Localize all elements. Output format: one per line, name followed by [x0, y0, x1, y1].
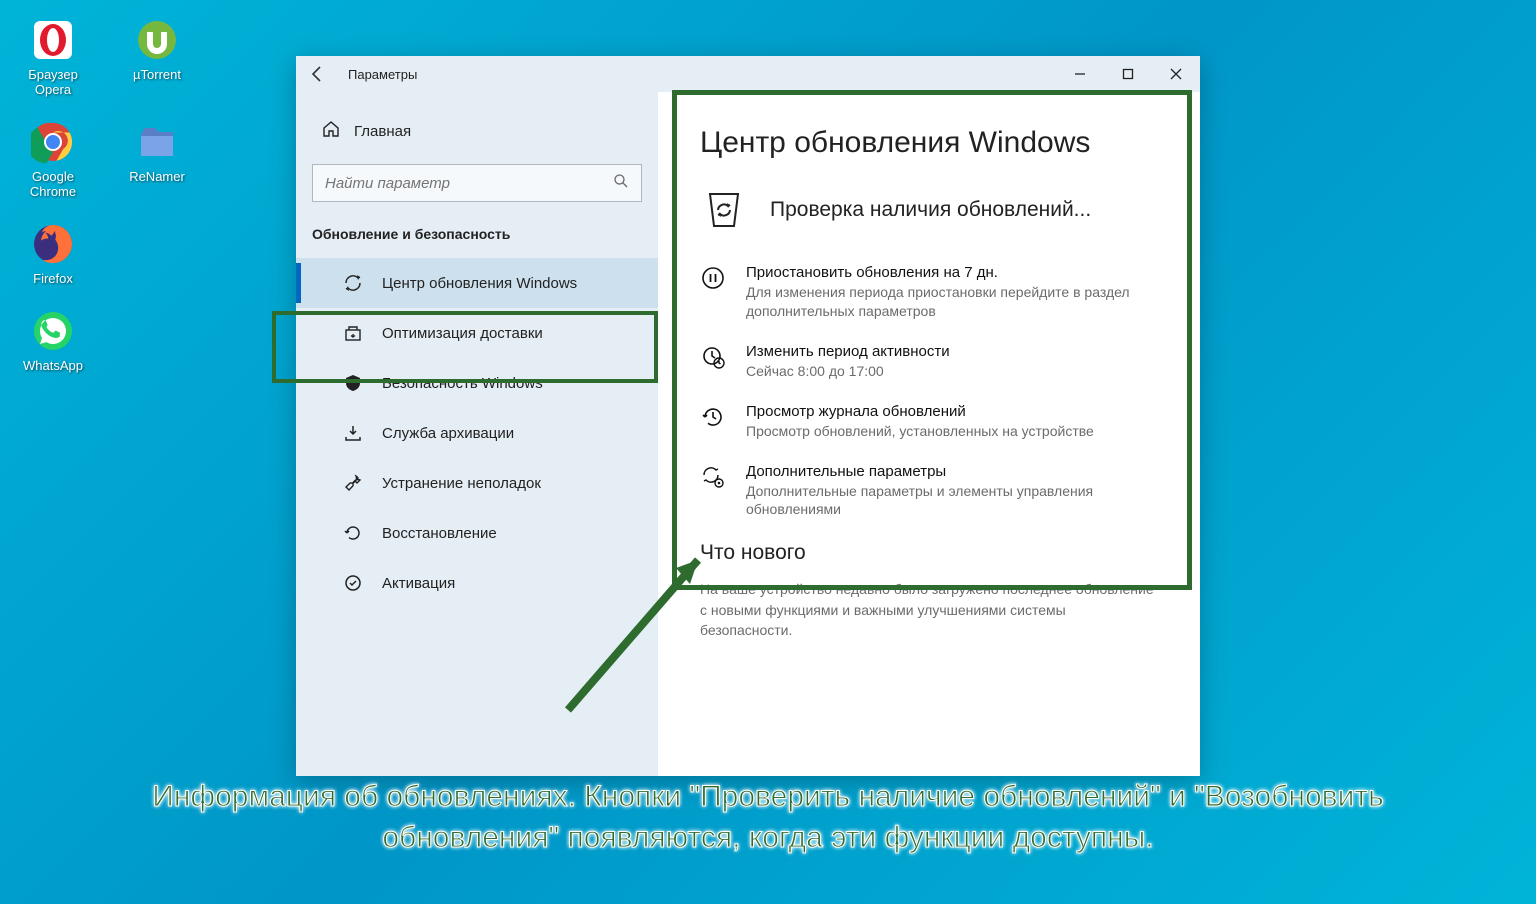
- clock-icon: [700, 343, 726, 381]
- activation-icon: [342, 573, 364, 593]
- whats-new-heading: Что нового: [700, 541, 1158, 565]
- utorrent-icon: [131, 14, 183, 66]
- sidebar-item-delivery-optimization[interactable]: Оптимизация доставки: [296, 308, 658, 358]
- desktop-icon-utorrent[interactable]: µTorrent: [118, 14, 196, 98]
- history-icon: [700, 403, 726, 441]
- desktop-icon-label: Браузер Opera: [14, 68, 92, 98]
- desktop-icon-label: Firefox: [33, 272, 73, 287]
- window-controls: [1056, 56, 1200, 92]
- update-status-text: Проверка наличия обновлений...: [770, 198, 1091, 222]
- whatsapp-icon: [27, 305, 79, 357]
- window-title: Параметры: [348, 67, 417, 82]
- desktop-icon-label: Google Chrome: [14, 170, 92, 200]
- option-advanced-options[interactable]: Дополнительные параметры Дополнительные …: [700, 463, 1158, 520]
- search-icon: [613, 173, 629, 193]
- whats-new-body: На ваше устройство недавно было загружен…: [700, 579, 1158, 640]
- option-pause-updates[interactable]: Приостановить обновления на 7 дн. Для из…: [700, 264, 1158, 321]
- back-button[interactable]: [296, 56, 340, 92]
- page-title: Центр обновления Windows: [700, 126, 1158, 160]
- option-update-history[interactable]: Просмотр журнала обновлений Просмотр обн…: [700, 403, 1158, 441]
- option-desc: Дополнительные параметры и элементы упра…: [746, 482, 1158, 520]
- sidebar-item-label: Безопасность Windows: [382, 375, 543, 392]
- sidebar-search[interactable]: [312, 164, 642, 202]
- sidebar-item-label: Оптимизация доставки: [382, 325, 543, 342]
- minimize-button[interactable]: [1056, 56, 1104, 92]
- firefox-icon: [27, 218, 79, 270]
- annotation-caption: Информация об обновлениях. Кнопки "Прове…: [0, 777, 1536, 858]
- search-input[interactable]: [325, 175, 613, 192]
- sidebar-home[interactable]: Главная: [296, 110, 658, 164]
- desktop-icons-area: Браузер Opera µTorrent Google Chrome: [14, 14, 214, 374]
- desktop-icon-opera[interactable]: Браузер Opera: [14, 14, 92, 98]
- chrome-icon: [27, 116, 79, 168]
- option-active-hours[interactable]: Изменить период активности Сейчас 8:00 д…: [700, 343, 1158, 381]
- option-desc: Для изменения периода приостановки перей…: [746, 283, 1158, 321]
- sidebar-item-label: Устранение неполадок: [382, 475, 541, 492]
- settings-content: Центр обновления Windows Проверка наличи…: [658, 92, 1200, 776]
- update-status-row: Проверка наличия обновлений...: [700, 186, 1158, 234]
- maximize-button[interactable]: [1104, 56, 1152, 92]
- delivery-icon: [342, 323, 364, 343]
- update-status-icon: [700, 186, 748, 234]
- option-title: Дополнительные параметры: [746, 463, 1158, 480]
- option-title: Приостановить обновления на 7 дн.: [746, 264, 1158, 281]
- sidebar-item-label: Центр обновления Windows: [382, 275, 577, 292]
- desktop-icon-whatsapp[interactable]: WhatsApp: [14, 305, 92, 374]
- renamer-icon: [131, 116, 183, 168]
- option-title: Изменить период активности: [746, 343, 950, 360]
- pause-icon: [700, 264, 726, 321]
- advanced-icon: [700, 463, 726, 520]
- settings-sidebar: Главная Обновление и безопасность Центр …: [296, 92, 658, 776]
- sidebar-item-windows-update[interactable]: Центр обновления Windows: [296, 258, 658, 308]
- recovery-icon: [342, 523, 364, 543]
- opera-icon: [27, 14, 79, 66]
- desktop-icon-firefox[interactable]: Firefox: [14, 218, 92, 287]
- sidebar-item-troubleshoot[interactable]: Устранение неполадок: [296, 458, 658, 508]
- sidebar-item-activation[interactable]: Активация: [296, 558, 658, 608]
- close-button[interactable]: [1152, 56, 1200, 92]
- desktop-icon-chrome[interactable]: Google Chrome: [14, 116, 92, 200]
- sidebar-item-recovery[interactable]: Восстановление: [296, 508, 658, 558]
- sidebar-item-label: Активация: [382, 575, 455, 592]
- settings-window: Параметры Главная Обновление и безопасно…: [296, 56, 1200, 776]
- troubleshoot-icon: [342, 473, 364, 493]
- window-titlebar: Параметры: [296, 56, 1200, 92]
- option-desc: Сейчас 8:00 до 17:00: [746, 362, 950, 381]
- option-desc: Просмотр обновлений, установленных на ус…: [746, 422, 1094, 441]
- desktop-icon-label: µTorrent: [133, 68, 181, 83]
- desktop-icon-label: ReNamer: [129, 170, 185, 185]
- desktop-icon-label: WhatsApp: [23, 359, 83, 374]
- shield-icon: [342, 373, 364, 393]
- sidebar-section-label: Обновление и безопасность: [296, 226, 658, 258]
- sidebar-item-label: Восстановление: [382, 525, 497, 542]
- home-icon: [322, 120, 340, 142]
- option-title: Просмотр журнала обновлений: [746, 403, 1094, 420]
- backup-icon: [342, 423, 364, 443]
- sidebar-item-windows-security[interactable]: Безопасность Windows: [296, 358, 658, 408]
- refresh-icon: [342, 273, 364, 293]
- sidebar-item-backup[interactable]: Служба архивации: [296, 408, 658, 458]
- desktop-icon-renamer[interactable]: ReNamer: [118, 116, 196, 200]
- sidebar-home-label: Главная: [354, 123, 411, 140]
- sidebar-item-label: Служба архивации: [382, 425, 514, 442]
